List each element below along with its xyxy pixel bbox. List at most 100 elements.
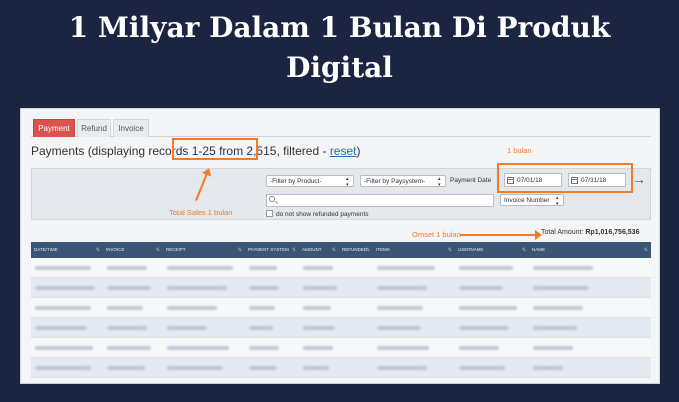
blurred-text	[303, 366, 329, 370]
blurred-text	[377, 266, 435, 270]
col-header-invoice[interactable]: INVOICE	[103, 242, 163, 258]
blurred-text	[107, 306, 143, 310]
blurred-text	[303, 266, 333, 270]
omset-annotation: Omset 1 bulan	[412, 230, 461, 239]
admin-screenshot: Payment Refund Invoice Payments (display…	[20, 108, 660, 384]
title-prefix: Payments (displaying records	[31, 144, 192, 158]
table-row[interactable]	[31, 278, 651, 298]
payment-date-label: Payment Date	[450, 177, 492, 184]
title-suffix: , filtered -	[276, 144, 330, 158]
blurred-text	[533, 326, 577, 330]
table-cell	[31, 318, 103, 338]
invoice-field-select[interactable]: Invoice Number	[500, 194, 564, 207]
table-cell	[529, 318, 651, 338]
table-cell	[103, 338, 163, 358]
table-cell	[163, 258, 245, 278]
blurred-text	[249, 286, 279, 290]
blurred-text	[533, 366, 563, 370]
col-header-payment-system[interactable]: PAYMENT SYSTEM	[245, 242, 299, 258]
blurred-text	[107, 326, 147, 330]
col-header-username[interactable]: USERNAME	[455, 242, 529, 258]
table-cell	[339, 338, 373, 358]
table-cell	[31, 358, 103, 378]
blurred-text	[377, 326, 421, 330]
table-cell	[31, 258, 103, 278]
blurred-text	[167, 346, 229, 350]
arrow-right-icon[interactable]: →	[632, 172, 646, 186]
table-cell	[455, 318, 529, 338]
table-cell	[339, 358, 373, 378]
table-cell	[339, 258, 373, 278]
col-header-receipt[interactable]: RECEIPT	[163, 242, 245, 258]
table-cell	[373, 298, 455, 318]
table-cell	[163, 338, 245, 358]
table-cell	[31, 278, 103, 298]
table-row[interactable]	[31, 318, 651, 338]
blurred-text	[533, 346, 573, 350]
table-cell	[299, 338, 339, 358]
tab-refund[interactable]: Refund	[77, 119, 111, 137]
blurred-text	[249, 366, 277, 370]
reset-link[interactable]: reset	[330, 144, 357, 158]
table-cell	[529, 278, 651, 298]
table-cell	[299, 258, 339, 278]
table-cell	[373, 318, 455, 338]
title-close: )	[356, 144, 361, 158]
paysystem-filter-select[interactable]: -Filter by Paysystem-	[360, 175, 446, 188]
tab-invoice[interactable]: Invoice	[113, 119, 149, 137]
refund-checkbox[interactable]	[266, 210, 273, 217]
blurred-text	[459, 326, 509, 330]
table-header: DATE/TIME INVOICE RECEIPT PAYMENT SYSTEM…	[31, 242, 651, 258]
search-input[interactable]	[266, 194, 494, 207]
headline: 1 Milyar Dalam 1 Bulan Di Produk Digital	[0, 8, 679, 88]
total-amount-label: Total Amount:	[541, 229, 586, 236]
table-cell	[373, 258, 455, 278]
col-header-amount[interactable]: AMOUNT	[299, 242, 339, 258]
table-cell	[245, 258, 299, 278]
table-row[interactable]	[31, 258, 651, 278]
blurred-text	[35, 346, 93, 350]
blurred-text	[459, 366, 505, 370]
blurred-text	[35, 266, 91, 270]
annotation-arrow-right	[460, 230, 542, 240]
table-row[interactable]	[31, 298, 651, 318]
table-cell	[299, 318, 339, 338]
table-cell	[529, 358, 651, 378]
table-cell	[245, 318, 299, 338]
table-cell	[103, 278, 163, 298]
table-cell	[103, 298, 163, 318]
tab-bar: Payment Refund Invoice	[31, 117, 651, 137]
headline-line-2: Digital	[286, 51, 393, 84]
blurred-text	[459, 306, 517, 310]
table-cell	[455, 338, 529, 358]
col-header-datetime[interactable]: DATE/TIME	[31, 242, 103, 258]
table-cell	[245, 338, 299, 358]
blurred-text	[533, 266, 593, 270]
col-header-refunded[interactable]: REFUNDED	[339, 242, 373, 258]
table-cell	[103, 258, 163, 278]
table-cell	[373, 358, 455, 378]
payments-table: DATE/TIME INVOICE RECEIPT PAYMENT SYSTEM…	[31, 242, 651, 378]
blurred-text	[167, 306, 217, 310]
blurred-text	[459, 266, 513, 270]
tab-payment[interactable]: Payment	[33, 119, 75, 137]
table-cell	[163, 358, 245, 378]
table-cell	[339, 318, 373, 338]
blurred-text	[249, 266, 277, 270]
blurred-text	[167, 286, 227, 290]
table-cell	[163, 298, 245, 318]
table-row[interactable]	[31, 338, 651, 358]
table-body	[31, 258, 651, 378]
product-filter-select[interactable]: -Filter by Product-	[266, 175, 354, 188]
col-header-name[interactable]: NAME	[529, 242, 651, 258]
blurred-text	[377, 306, 423, 310]
table-row[interactable]	[31, 358, 651, 378]
blurred-text	[107, 286, 151, 290]
one-month-annotation: 1 bulan	[507, 146, 532, 155]
table-cell	[299, 298, 339, 318]
col-header-items[interactable]: ITEMS	[373, 242, 455, 258]
blurred-text	[303, 326, 335, 330]
blurred-text	[533, 306, 583, 310]
records-highlight-box	[172, 138, 258, 160]
table-cell	[529, 338, 651, 358]
